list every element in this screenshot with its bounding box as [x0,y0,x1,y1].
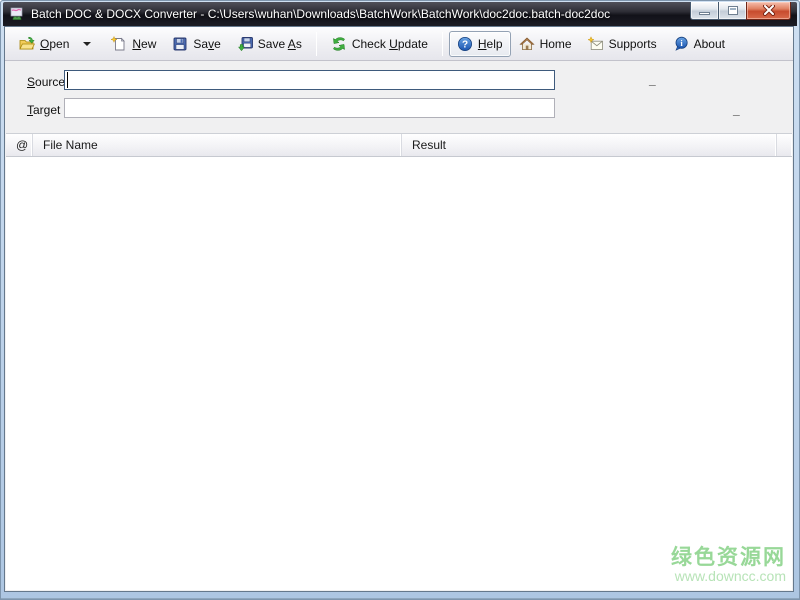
save-icon [172,36,188,52]
svg-text:?: ? [462,39,468,50]
toolbar-separator [316,32,317,56]
maximize-icon [728,6,738,15]
check-update-button[interactable]: Check Update [323,31,436,57]
app-icon [9,6,25,22]
home-icon [519,36,535,52]
toolbar-separator [442,32,443,56]
target-label: Target [27,103,60,117]
source-dash-mark: _ [649,73,656,87]
target-dash-mark: _ [733,103,740,117]
about-label: About [694,37,725,51]
check-update-icon [331,36,347,52]
window-title: Batch DOC & DOCX Converter - C:\Users\wu… [31,7,610,21]
titlebar: Batch DOC & DOCX Converter - C:\Users\wu… [3,2,797,26]
save-as-label: Save As [258,37,302,51]
supports-label: Supports [609,37,657,51]
home-label: Home [540,37,572,51]
text-caret [67,72,68,88]
supports-icon [588,36,604,52]
minimize-icon [699,12,710,15]
supports-button[interactable]: Supports [580,31,665,57]
help-button[interactable]: ? Help [449,31,511,57]
save-button[interactable]: Save [164,31,228,57]
help-label: Help [478,37,503,51]
column-header-at[interactable]: @ [6,134,33,156]
help-icon: ? [457,36,473,52]
app-window: Batch DOC & DOCX Converter - C:\Users\wu… [0,0,800,600]
about-button[interactable]: i About [665,31,733,57]
file-list-area: 绿色资源网 www.downcc.com [6,157,792,590]
column-header-filler [777,134,792,156]
about-icon: i [673,36,689,52]
home-button[interactable]: Home [511,31,580,57]
column-header-filename[interactable]: File Name [33,134,402,156]
open-label: Open [40,37,69,51]
new-document-icon [111,36,127,52]
save-as-button[interactable]: Save As [229,31,310,57]
file-table: @ File Name Result 绿色资源网 www.downcc.com [6,133,792,590]
open-dropdown-icon[interactable] [83,42,91,46]
maximize-button[interactable] [718,2,747,20]
target-input[interactable] [64,98,555,118]
client-area: Open New Save [4,26,794,592]
close-icon [763,5,775,16]
close-button[interactable] [746,2,791,20]
window-controls [690,2,791,20]
toolbar: Open New Save [5,27,793,61]
new-button[interactable]: New [103,31,164,57]
save-as-icon [237,36,253,52]
check-update-label: Check Update [352,37,428,51]
save-label: Save [193,37,220,51]
source-label: Source [27,75,65,89]
column-header-result[interactable]: Result [402,134,777,156]
watermark: 绿色资源网 www.downcc.com [671,546,786,584]
open-button[interactable]: Open [11,31,103,57]
watermark-site-url: www.downcc.com [671,569,786,584]
new-label: New [132,37,156,51]
open-folder-icon [19,36,35,52]
minimize-button[interactable] [690,2,719,20]
path-form: Source Target _ _ [5,61,793,133]
table-header: @ File Name Result [6,134,792,157]
watermark-site-name: 绿色资源网 [671,546,786,569]
source-input[interactable] [64,70,555,90]
